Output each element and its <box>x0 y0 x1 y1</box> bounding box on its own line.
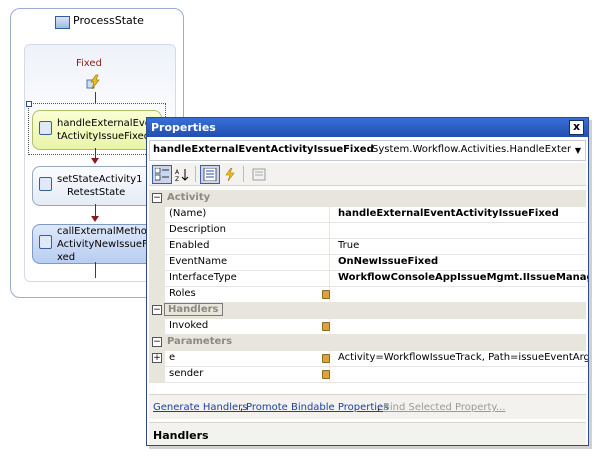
property-label: Description <box>169 224 226 235</box>
collapse-icon[interactable]: − <box>152 193 162 203</box>
property-label: Invoked <box>169 320 209 331</box>
command-separator: , <box>240 402 244 413</box>
properties-list-icon <box>203 168 217 181</box>
expand-icon[interactable]: + <box>152 353 162 363</box>
property-row-event-name[interactable]: EventName OnNewIssueFixed <box>149 254 586 271</box>
category-label: Activity <box>167 192 211 203</box>
property-pages-icon <box>252 168 266 181</box>
properties-window: Properties x handleExternalEventActivity… <box>146 117 589 446</box>
property-value[interactable]: WorkflowConsoleAppIssueMgmt.IIssueManag <box>338 272 588 283</box>
property-row-enabled[interactable]: Enabled True <box>149 238 586 255</box>
property-row-description[interactable]: Description <box>149 222 586 239</box>
categorized-icon <box>155 168 169 181</box>
property-row-roles[interactable]: Roles <box>149 286 586 303</box>
event-driven-label: Fixed <box>76 58 102 69</box>
property-pages-button[interactable] <box>249 165 269 184</box>
bind-icon[interactable] <box>322 370 330 379</box>
events-button[interactable] <box>220 165 240 184</box>
connector-arrow <box>91 216 99 222</box>
activity-name-line: callExternalMethod <box>57 226 154 237</box>
property-label: sender <box>169 368 204 379</box>
generate-handlers-link[interactable]: Generate Handlers <box>153 402 247 413</box>
description-pane: Handlers <box>149 422 586 445</box>
close-button[interactable]: x <box>569 120 584 135</box>
description-title: Handlers <box>153 429 209 442</box>
selection-handle[interactable] <box>26 101 32 107</box>
categorized-button[interactable] <box>152 165 172 184</box>
connector-line <box>95 148 96 158</box>
bind-icon[interactable] <box>322 322 330 331</box>
properties-toolbar: A Z <box>149 163 586 186</box>
property-row-invoked[interactable]: Invoked <box>149 318 586 335</box>
svg-text:Z: Z <box>175 176 179 181</box>
activity-name-line: handleExternalEven <box>57 118 158 129</box>
activity-call-external-method[interactable]: callExternalMethod ActivityNewIssueFi xe… <box>32 224 162 264</box>
properties-titlebar[interactable]: Properties x <box>147 118 588 137</box>
collapse-icon[interactable]: − <box>152 337 162 347</box>
category-label: Handlers <box>164 303 223 316</box>
lightning-icon <box>225 168 235 181</box>
event-lightning-icon <box>86 74 100 90</box>
property-label: (Name) <box>169 208 207 219</box>
connector-line <box>95 204 96 216</box>
property-row-sender[interactable]: sender <box>149 366 586 383</box>
selected-object-name: handleExternalEventActivityIssueFixed <box>153 144 374 155</box>
object-selector[interactable]: handleExternalEventActivityIssueFixed Sy… <box>149 140 586 161</box>
state-title: ProcessState <box>73 14 144 27</box>
set-state-icon <box>39 177 52 191</box>
property-row-interface-type[interactable]: InterfaceType WorkflowConsoleAppIssueMgm… <box>149 270 588 287</box>
activity-name-line: setStateActivity1 <box>57 174 143 185</box>
property-row-e[interactable]: + e Activity=WorkflowIssueTrack, Path=is… <box>149 350 588 367</box>
property-value[interactable]: True <box>338 240 359 251</box>
collapse-icon[interactable]: − <box>152 305 162 315</box>
property-value[interactable]: Activity=WorkflowIssueTrack, Path=issueE… <box>338 352 588 363</box>
commands-pane: Generate Handlers , Promote Bindable Pro… <box>149 394 586 419</box>
property-value[interactable]: handleExternalEventActivityIssueFixed <box>338 208 559 219</box>
property-label: InterfaceType <box>169 272 237 283</box>
property-row-name[interactable]: (Name) handleExternalEventActivityIssueF… <box>149 206 586 223</box>
toolbar-separator <box>243 166 244 182</box>
state-icon <box>55 16 70 29</box>
category-handlers[interactable]: − Handlers <box>149 302 586 319</box>
properties-view-button[interactable] <box>200 165 220 184</box>
connector-arrow <box>91 158 99 164</box>
bind-icon[interactable] <box>322 354 330 363</box>
property-label: Enabled <box>169 240 210 251</box>
promote-bindable-properties-link[interactable]: Promote Bindable Properties <box>246 402 388 413</box>
selected-object-type: System.Workflow.Activities.HandleExterna <box>372 144 584 155</box>
category-label: Parameters <box>167 336 233 347</box>
bind-icon[interactable] <box>322 290 330 299</box>
command-separator: , <box>377 402 381 413</box>
alphabetical-icon: A Z <box>175 169 189 181</box>
call-method-icon <box>39 235 52 249</box>
property-label: e <box>169 352 176 363</box>
alphabetical-button[interactable]: A Z <box>172 165 192 184</box>
property-grid: − Activity (Name) handleExternalEventAct… <box>149 190 588 388</box>
window-title: Properties <box>151 121 216 134</box>
property-label: EventName <box>169 256 228 267</box>
connector-line <box>95 262 96 278</box>
activity-name-line: tActivityIssueFixed <box>57 131 151 142</box>
category-parameters[interactable]: − Parameters <box>149 334 586 351</box>
svg-text:A: A <box>175 169 180 176</box>
bind-selected-property-link[interactable]: Bind Selected Property... <box>383 402 505 413</box>
activity-name-line: xed <box>57 252 76 263</box>
activity-set-state[interactable]: setStateActivity1 RetestState <box>32 166 162 206</box>
category-activity[interactable]: − Activity <box>149 190 586 207</box>
target-state-line: RetestState <box>67 187 126 198</box>
toolbar-separator <box>195 166 196 182</box>
activity-name-line: ActivityNewIssueFi <box>57 239 150 250</box>
property-value[interactable]: OnNewIssueFixed <box>338 256 438 267</box>
handle-event-icon <box>39 121 52 135</box>
activity-handle-external-event[interactable]: handleExternalEven tActivityIssueFixed <box>32 110 162 150</box>
property-label: Roles <box>169 288 196 299</box>
chevron-down-icon[interactable]: ▼ <box>571 141 585 160</box>
